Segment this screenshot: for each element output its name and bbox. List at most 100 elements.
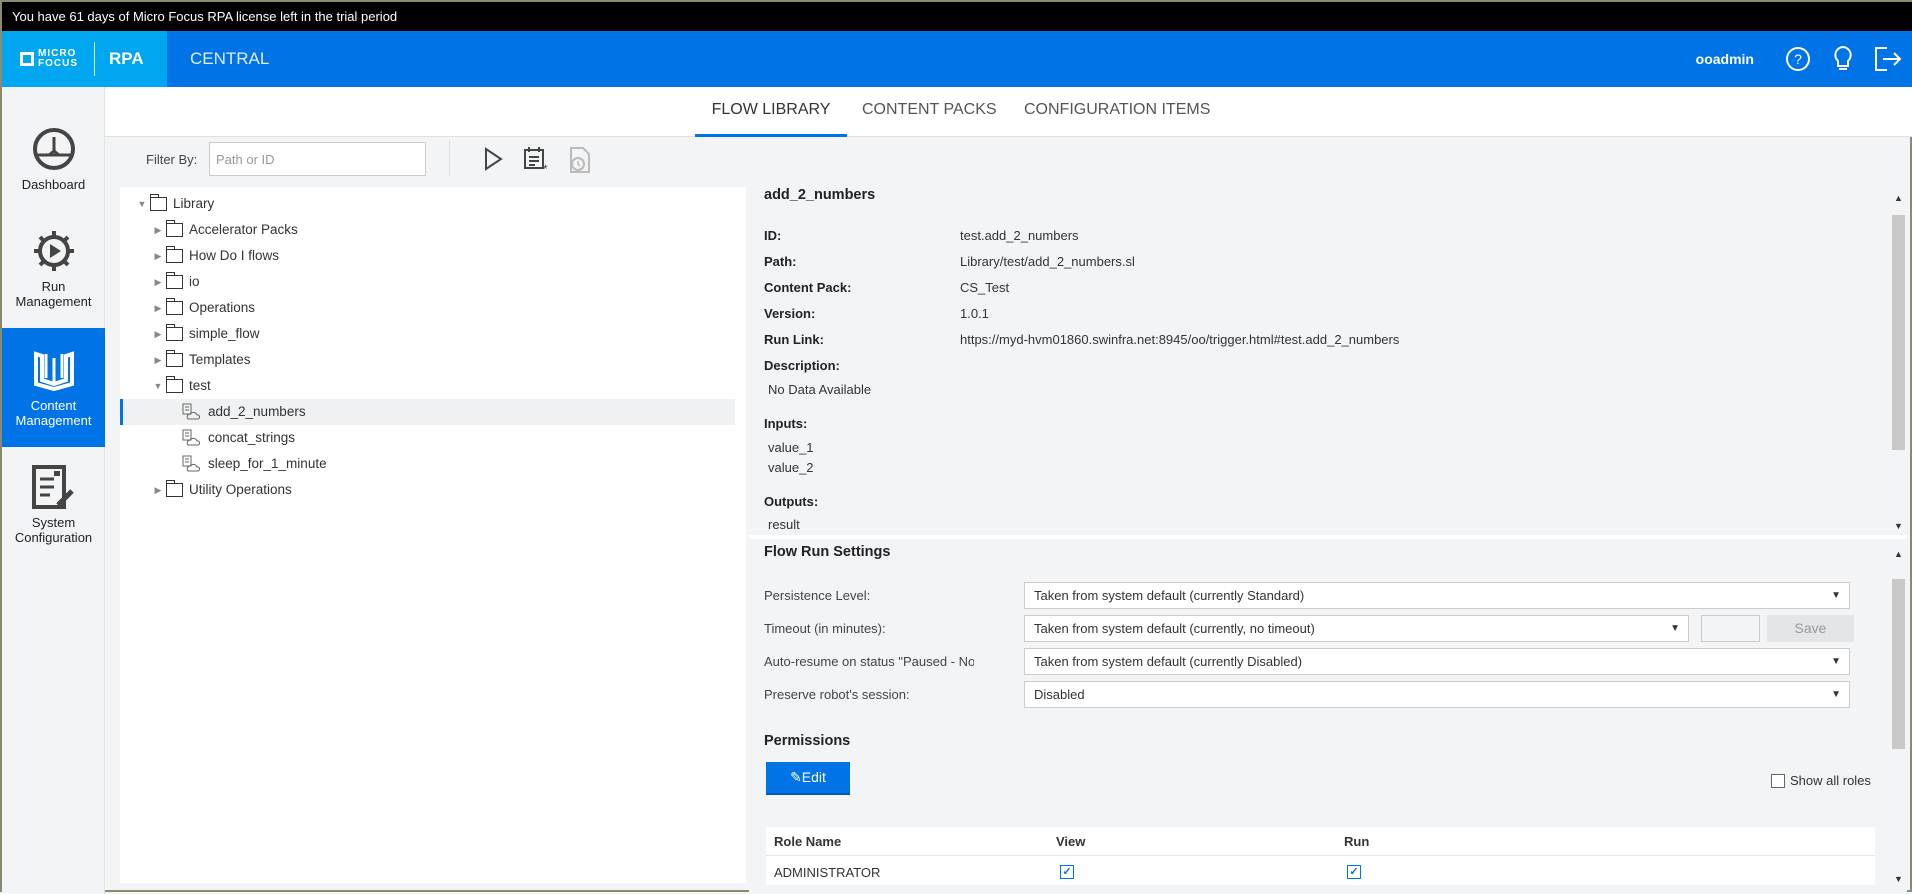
permissions-table: Role Name View Run ADMINISTRATOR ✓ ✓ [766,827,1875,885]
caret-right-icon[interactable]: ▶ [152,295,164,321]
timeout-input[interactable] [1701,615,1760,642]
svg-text:*: * [543,162,548,174]
preserve-session-label: Preserve robot's session: [764,687,910,702]
sidebar-item-system-configuration[interactable]: System Configuration [2,465,105,545]
filter-label: Filter By: [146,152,198,167]
dropdown-arrow-icon: ▼ [1831,689,1841,700]
lightbulb-icon[interactable] [1827,43,1859,75]
library-toolbar: Filter By: * [105,138,745,186]
persistence-label: Persistence Level: [764,588,871,603]
caret-down-icon[interactable]: ▼ [136,191,148,217]
folder-icon [165,324,183,341]
sidebar-item-run-management[interactable]: Run Management [2,229,105,309]
role-name: ADMINISTRATOR [774,865,881,880]
scheduled-history-icon[interactable] [567,146,593,177]
description-value: No Data Available [768,382,872,397]
id-label: ID: [764,228,782,243]
tree-item-label: Utility Operations [189,482,292,497]
settings-scrollbar[interactable]: ▲ ▼ [1890,539,1907,894]
tree-folder[interactable]: ▶ Utility Operations [120,477,735,503]
timeout-label: Timeout (in minutes): [764,621,886,636]
preserve-session-select[interactable]: Disabled ▼ [1024,681,1850,708]
svg-text:?: ? [1794,51,1802,67]
run-checkbox[interactable]: ✓ [1347,865,1361,879]
folder-icon [149,194,167,211]
output-item: result [768,517,800,532]
path-label: Path: [764,254,797,269]
details-scrollbar[interactable]: ▲ ▼ [1890,185,1907,535]
micro-focus-logo: MICRO FOCUS [20,49,78,69]
table-header: Role Name View Run [766,827,1875,856]
auto-resume-label: Auto-resume on status "Paused - No W... [764,654,974,669]
auto-resume-select[interactable]: Taken from system default (currently Dis… [1024,648,1850,675]
folder-icon [165,272,183,289]
column-header-view: View [1056,834,1086,849]
caret-right-icon[interactable]: ▶ [152,217,164,243]
show-all-roles-checkbox[interactable]: Show all roles [1771,773,1871,788]
inputs-label: Inputs: [764,416,808,431]
timeout-select[interactable]: Taken from system default (currently, no… [1024,615,1689,642]
caret-right-icon[interactable]: ▶ [152,347,164,373]
tree-folder[interactable]: ▶ io [120,269,735,295]
tree-item-label: test [189,378,211,393]
tree-item-label: How Do I flows [189,248,280,263]
save-button[interactable]: Save [1767,615,1854,642]
tree-item-label: concat_strings [208,430,296,445]
content-pack-value: CS_Test [960,280,1010,295]
persistence-select[interactable]: Taken from system default (currently Sta… [1024,582,1850,609]
folder-icon [165,220,183,237]
filter-input[interactable] [209,142,426,176]
dropdown-arrow-icon: ▼ [1831,656,1841,667]
view-checkbox[interactable]: ✓ [1060,865,1074,879]
version-label: Version: [764,306,816,321]
user-name[interactable]: ooadmin [1696,31,1754,87]
flow-icon [182,403,200,420]
tree-folder[interactable]: ▶ Accelerator Packs [120,217,735,243]
tree-flow[interactable]: sleep_for_1_minute [120,451,735,477]
tree-item-label: sleep_for_1_minute [208,456,327,471]
sidebar-item-content-management[interactable]: Content Management [2,328,105,447]
logout-icon[interactable] [1872,43,1904,75]
tree-folder[interactable]: ▶ Templates [120,347,735,373]
tree-item-label: io [189,274,200,289]
tab-content-packs[interactable]: CONTENT PACKS [862,87,997,137]
tab-configuration-items[interactable]: CONFIGURATION ITEMS [1024,87,1210,137]
tree-folder[interactable]: ▶ How Do I flows [120,243,735,269]
id-value: test.add_2_numbers [960,228,1079,243]
run-flow-icon[interactable] [483,146,503,175]
tree-folder[interactable]: ▼ test [120,373,735,399]
sidebar-item-dashboard[interactable]: Dashboard [2,127,105,192]
settings-title: Flow Run Settings [764,544,891,560]
tree-flow[interactable]: add_2_numbers [120,399,735,425]
folder-icon [165,350,183,367]
dashboard-gauge-icon [32,128,75,170]
tab-flow-library[interactable]: FLOW LIBRARY [695,87,847,137]
outputs-label: Outputs: [764,494,819,509]
dropdown-arrow-icon: ▼ [1670,623,1680,634]
tree-folder[interactable]: ▶ Operations [120,295,735,321]
caret-right-icon[interactable]: ▶ [152,321,164,347]
edit-permissions-button[interactable]: ✎Edit [766,762,850,795]
tree-item-label: Operations [189,300,256,315]
run-link-value[interactable]: https://myd-hvm01860.swinfra.net:8945/oo… [960,332,1399,347]
flow-details-panel: add_2_numbers ID: test.add_2_numbers Pat… [749,185,1890,535]
schedule-icon[interactable]: * [523,146,551,177]
caret-right-icon[interactable]: ▶ [152,269,164,295]
section-title: CENTRAL [190,49,270,68]
book-icon [33,351,74,392]
run-link-label: Run Link: [764,332,824,347]
caret-right-icon[interactable]: ▶ [152,243,164,269]
caret-down-icon[interactable]: ▼ [152,373,164,399]
tree-folder[interactable]: ▶ simple_flow [120,321,735,347]
caret-right-icon[interactable]: ▶ [152,477,164,503]
pencil-icon: ✎ [790,769,802,785]
checkbox[interactable] [1771,773,1785,788]
input-item: value_2 [768,460,814,475]
flow-title: add_2_numbers [764,187,876,203]
column-header-run: Run [1344,834,1370,849]
logo[interactable]: MICRO FOCUS RPA [2,31,167,87]
tree-flow[interactable]: concat_strings [120,425,735,451]
tree-folder[interactable]: ▼ Library [120,191,735,217]
column-header-role: Role Name [774,834,842,849]
help-icon[interactable]: ? [1782,43,1814,75]
